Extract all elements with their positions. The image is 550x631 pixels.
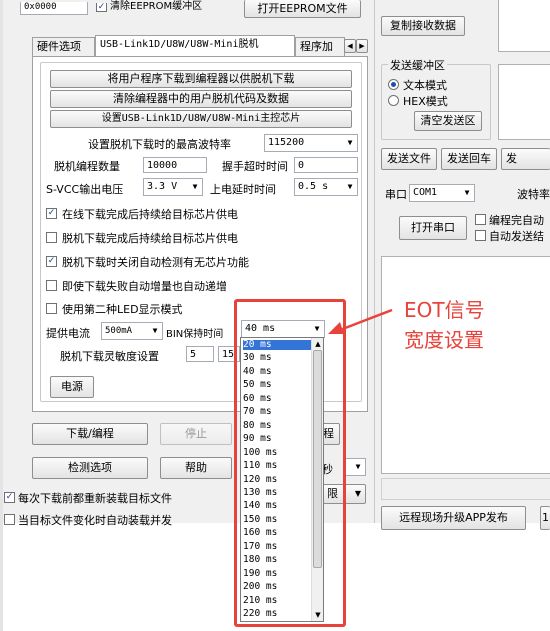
sensitivity-field-1[interactable]: 5 bbox=[186, 346, 214, 362]
check-disable-detect-checkbox[interactable]: ✓ bbox=[46, 256, 57, 267]
open-port-button[interactable]: 打开串口 bbox=[399, 216, 467, 240]
annotation-arrow bbox=[328, 308, 393, 334]
hex-mode-label: HEX模式 bbox=[403, 95, 448, 108]
svcc-voltage-value: 3.3 V bbox=[147, 181, 178, 192]
power-delay-select[interactable]: 0.5 s ▼ bbox=[294, 178, 358, 196]
auto-open-after-program-checkbox[interactable] bbox=[475, 214, 486, 225]
port-select[interactable]: COM1 ▼ bbox=[409, 184, 475, 202]
right-output-area bbox=[381, 256, 550, 474]
chevron-down-icon: ▼ bbox=[347, 138, 353, 147]
clear-eeprom-label: 清除EEPROM缓冲区 bbox=[110, 1, 203, 12]
annotation-line-1: EOT信号 bbox=[404, 298, 485, 322]
help-button[interactable]: 帮助 bbox=[160, 457, 232, 479]
clear-eeprom-checkbox[interactable]: ✓ bbox=[96, 3, 107, 12]
auto-send-label: 自动发送结 bbox=[489, 230, 544, 243]
stop-button[interactable]: 停止 bbox=[160, 423, 232, 445]
send-buffer-title: 发送缓冲区 bbox=[388, 57, 447, 73]
chevron-down-icon: ▼ bbox=[192, 182, 198, 191]
right-status-strip bbox=[381, 478, 550, 500]
remote-upgrade-publish-button[interactable]: 远程现场升级APP发布 bbox=[381, 506, 526, 530]
svcc-voltage-label: S-VCC输出电压 bbox=[46, 183, 124, 196]
check-led-mode-label: 使用第二种LED显示模式 bbox=[62, 303, 183, 316]
power-button[interactable]: 电源 bbox=[50, 376, 94, 398]
check-online-power-label: 在线下载完成后持续给目标芯片供电 bbox=[62, 208, 238, 221]
tab-scroll-left-button[interactable]: ◀ bbox=[344, 39, 356, 53]
set-main-chip-button[interactable]: 设置USB-Link1D/U8W/U8W-Mini主控芯片 bbox=[50, 110, 352, 128]
tab-program-add[interactable]: 程序加 bbox=[295, 37, 345, 56]
max-baud-select[interactable]: 115200 ▼ bbox=[264, 134, 358, 152]
remote-extra-button-partial[interactable]: 1 bbox=[540, 506, 550, 530]
seconds-select-arrow[interactable]: ▼ bbox=[344, 458, 366, 476]
reload-before-download-checkbox[interactable]: ✓ bbox=[4, 492, 15, 503]
copy-received-data-button[interactable]: 复制接收数据 bbox=[381, 16, 465, 36]
handshake-timeout-label: 握手超时时间 bbox=[222, 160, 288, 173]
baud-label-partial: 波特率 bbox=[517, 188, 550, 201]
check-disable-detect-label: 脱机下载时关闭自动检测有无芯片功能 bbox=[62, 256, 249, 269]
check-offline-power-checkbox[interactable] bbox=[46, 232, 57, 243]
send-file-button[interactable]: 发送文件 bbox=[381, 148, 437, 170]
tab-usb-link-offline[interactable]: USB-Link1D/U8W/U8W-Mini脱机 bbox=[95, 35, 295, 56]
check-auto-increment-label: 即使下载失败自动增量也自动递增 bbox=[62, 280, 227, 293]
supply-current-value: 500mA bbox=[105, 326, 133, 336]
power-delay-label: 上电延时时间 bbox=[210, 183, 276, 196]
send-buffer-area[interactable] bbox=[498, 64, 550, 140]
auto-send-checkbox[interactable] bbox=[475, 230, 486, 241]
text-mode-label: 文本模式 bbox=[403, 79, 447, 92]
tab-hardware[interactable]: 硬件选项 bbox=[32, 37, 95, 56]
send-more-button-partial[interactable]: 发 bbox=[501, 148, 550, 170]
handshake-timeout-field[interactable]: 0 bbox=[294, 157, 358, 173]
clear-send-buffer-button[interactable]: 清空发送区 bbox=[414, 111, 482, 131]
port-value: COM1 bbox=[413, 187, 438, 198]
download-program-button[interactable]: 下载/编程 bbox=[32, 423, 148, 445]
chevron-down-icon: ▼ bbox=[152, 326, 158, 335]
annotation-line-2: 宽度设置 bbox=[404, 328, 484, 352]
reload-on-change-label: 当目标文件变化时自动装载并发 bbox=[18, 514, 172, 527]
highlight-box bbox=[234, 299, 346, 627]
download-user-program-button[interactable]: 将用户程序下载到编程器以供脱机下载 bbox=[50, 70, 352, 88]
check-offline-power-label: 脱机下载完成后持续给目标芯片供电 bbox=[62, 232, 238, 245]
supply-current-select[interactable]: 500mA ▼ bbox=[101, 322, 163, 340]
supply-current-label: 提供电流 bbox=[46, 327, 90, 340]
chevron-down-icon: ▼ bbox=[347, 182, 353, 191]
send-return-button[interactable]: 发送回车 bbox=[441, 148, 497, 170]
check-led-mode-checkbox[interactable] bbox=[46, 303, 57, 314]
check-auto-increment-checkbox[interactable] bbox=[46, 280, 57, 291]
port-label: 串口 bbox=[385, 188, 407, 201]
auto-open-after-program-label: 编程完自动 bbox=[489, 214, 544, 227]
power-delay-value: 0.5 s bbox=[298, 181, 329, 192]
window-left-border bbox=[0, 0, 3, 631]
hex-mode-radio[interactable] bbox=[388, 95, 399, 106]
text-mode-radio[interactable] bbox=[388, 79, 399, 90]
reload-on-change-checkbox[interactable] bbox=[4, 514, 15, 525]
program-count-label: 脱机编程数量 bbox=[54, 160, 120, 173]
max-baud-label: 设置脱机下载时的最高波特率 bbox=[88, 138, 231, 151]
chevron-down-icon: ▼ bbox=[464, 188, 470, 197]
address-field[interactable]: 0x0000 bbox=[20, 2, 88, 15]
bin-hold-label: BIN保持时间 bbox=[166, 329, 224, 340]
right-divider bbox=[374, 0, 375, 523]
clear-user-code-button[interactable]: 清除编程器中的用户脱机代码及数据 bbox=[50, 90, 352, 108]
sensitivity-label: 脱机下载灵敏度设置 bbox=[60, 350, 159, 363]
reload-before-download-label: 每次下载前都重新装载目标文件 bbox=[18, 492, 172, 505]
max-baud-value: 115200 bbox=[268, 137, 305, 148]
open-eeprom-button[interactable]: 打开EEPROM文件 bbox=[244, 0, 361, 18]
program-count-field[interactable]: 10000 bbox=[143, 157, 207, 173]
svcc-voltage-select[interactable]: 3.3 V ▼ bbox=[143, 178, 203, 196]
chevron-down-icon: ▼ bbox=[354, 489, 361, 498]
check-online-power-checkbox[interactable]: ✓ bbox=[46, 208, 57, 219]
chevron-down-icon: ▼ bbox=[355, 462, 361, 471]
check-options-button[interactable]: 检测选项 bbox=[32, 457, 148, 479]
tab-scroll-right-button[interactable]: ▶ bbox=[356, 39, 368, 53]
receive-buffer-area bbox=[498, 0, 550, 52]
